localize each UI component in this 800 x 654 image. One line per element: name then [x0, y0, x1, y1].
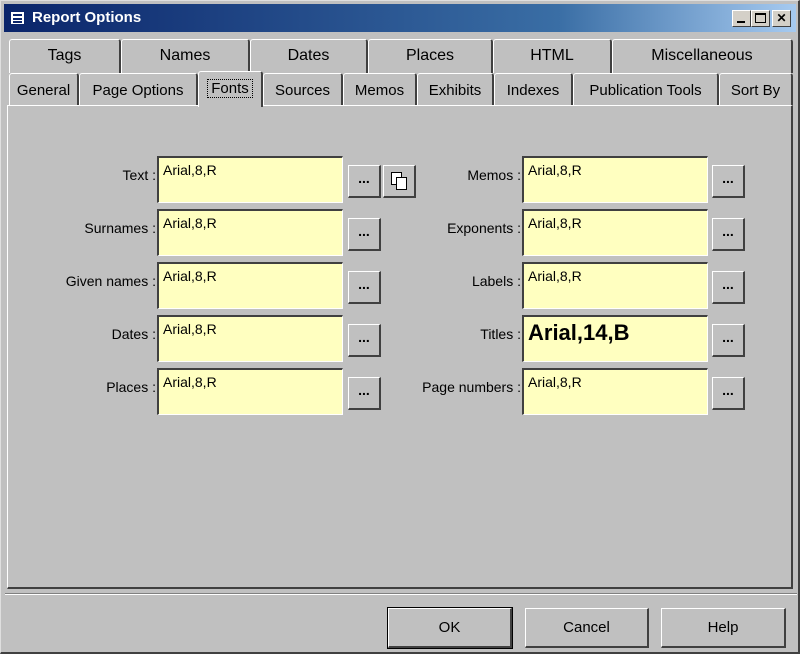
exponents-font-button[interactable]: ... — [712, 218, 745, 251]
memos-label: Memos : — [467, 167, 521, 183]
dates-font-button[interactable]: ... — [348, 324, 381, 357]
tab-fonts-label: Fonts — [207, 79, 253, 98]
tab-page-options[interactable]: Page Options — [79, 73, 198, 106]
minimize-button[interactable] — [732, 10, 751, 27]
text-font-field[interactable]: Arial,8,R — [157, 156, 343, 203]
tab-exhibits[interactable]: Exhibits — [417, 73, 494, 106]
tab-publication-tools[interactable]: Publication Tools — [573, 73, 719, 106]
window-title: Report Options — [32, 9, 142, 26]
titles-font-button[interactable]: ... — [712, 324, 745, 357]
help-button[interactable]: Help — [661, 608, 786, 648]
labels-font-button[interactable]: ... — [712, 271, 745, 304]
places-label: Places : — [106, 379, 156, 395]
tab-dates[interactable]: Dates — [250, 39, 368, 73]
footer-separator — [5, 593, 797, 595]
dates-label: Dates : — [111, 326, 156, 342]
tab-names[interactable]: Names — [121, 39, 250, 73]
report-options-window: Report Options ✕ Tags Names Dates Places… — [0, 0, 800, 654]
tab-sources[interactable]: Sources — [263, 73, 343, 106]
title-bar[interactable]: Report Options ✕ — [4, 4, 796, 32]
close-button[interactable]: ✕ — [772, 10, 791, 27]
tab-memos[interactable]: Memos — [343, 73, 417, 106]
titles-font-field[interactable]: Arial,14,B — [522, 315, 708, 362]
page-numbers-label: Page numbers : — [422, 379, 521, 395]
titles-label: Titles : — [480, 326, 521, 342]
tab-general[interactable]: General — [9, 73, 79, 106]
tab-fonts[interactable]: Fonts — [198, 71, 263, 107]
maximize-button[interactable] — [751, 10, 770, 27]
text-font-button[interactable]: ... — [348, 165, 381, 198]
memos-font-field[interactable]: Arial,8,R — [522, 156, 708, 203]
report-icon — [10, 11, 25, 25]
tab-places[interactable]: Places — [368, 39, 493, 73]
labels-label: Labels : — [471, 273, 521, 289]
surnames-font-field[interactable]: Arial,8,R — [157, 209, 343, 256]
given-names-font-field[interactable]: Arial,8,R — [157, 262, 343, 309]
exponents-font-field[interactable]: Arial,8,R — [522, 209, 708, 256]
page-numbers-font-button[interactable]: ... — [712, 377, 745, 410]
dates-font-field[interactable]: Arial,8,R — [157, 315, 343, 362]
exponents-label: Exponents : — [447, 220, 521, 236]
places-font-button[interactable]: ... — [348, 377, 381, 410]
tab-tags[interactable]: Tags — [9, 39, 121, 73]
ok-button[interactable]: OK — [387, 607, 513, 649]
tab-miscellaneous[interactable]: Miscellaneous — [612, 39, 793, 73]
maximize-icon — [755, 13, 766, 23]
given-names-label: Given names : — [65, 273, 156, 289]
cancel-button[interactable]: Cancel — [525, 608, 649, 648]
places-font-field[interactable]: Arial,8,R — [157, 368, 343, 415]
surnames-label: Surnames : — [84, 220, 156, 236]
surnames-font-button[interactable]: ... — [348, 218, 381, 251]
tab-html[interactable]: HTML — [493, 39, 612, 73]
given-names-font-button[interactable]: ... — [348, 271, 381, 304]
labels-font-field[interactable]: Arial,8,R — [522, 262, 708, 309]
page-numbers-font-field[interactable]: Arial,8,R — [522, 368, 708, 415]
minimize-icon — [737, 21, 745, 23]
text-label: Text : — [122, 167, 156, 183]
tab-indexes[interactable]: Indexes — [494, 73, 573, 106]
memos-font-button[interactable]: ... — [712, 165, 745, 198]
tab-sort-by[interactable]: Sort By — [719, 73, 793, 106]
